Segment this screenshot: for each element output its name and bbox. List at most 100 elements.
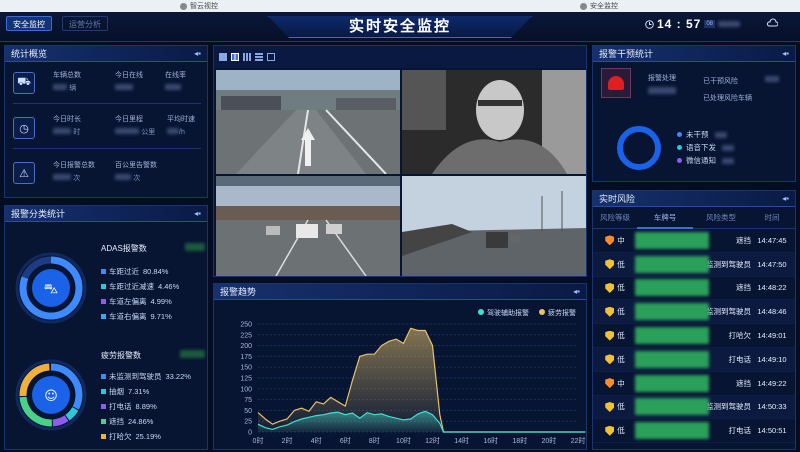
x-tick-label: 0时 <box>253 436 264 445</box>
risk-level: 低 <box>593 425 637 436</box>
video-feed-front-1[interactable] <box>216 70 400 174</box>
collapse-icon[interactable]: ◂▪ <box>782 46 789 62</box>
legend-value <box>722 157 734 164</box>
adas-donut-chart: ⛍ <box>15 252 87 324</box>
stat-unit: 时 <box>73 129 81 136</box>
stat-unit: 辆 <box>69 85 77 92</box>
risk-level: 低 <box>593 306 637 317</box>
tab-safety-monitor[interactable]: 安全监控 <box>6 16 52 31</box>
risk-level: 低 <box>593 354 637 365</box>
page-title: 实时安全监控 <box>268 16 532 38</box>
risk-type: 打电话 <box>728 426 752 436</box>
shield-icon <box>605 306 615 317</box>
risk-time: 14:49:10 <box>757 354 787 364</box>
risk-row[interactable]: 中 遮挡 14:49:22 <box>593 372 795 396</box>
panel-title: 统计概览 ◂▪ <box>5 46 207 62</box>
risk-row[interactable]: 低 打电话 14:50:51 <box>593 419 795 444</box>
prewarn-value <box>765 76 779 82</box>
panel-title-text: 统计概览 <box>11 49 48 59</box>
chart-legend: 驾驶辅助报警 疲劳报警 <box>478 308 576 318</box>
legend-swatch <box>101 419 106 424</box>
stat-value-duration: 时 <box>53 127 80 137</box>
x-tick-label: 2时 <box>282 436 293 445</box>
risk-row[interactable]: 中 遮挡 14:47:45 <box>593 229 795 253</box>
stats-grid: ⛟ 车辆总数 辆 今日在线 在线率 ◷ 今日时长 时 今日里程 公里 平均时速 … <box>5 62 207 199</box>
collapse-icon[interactable]: ◂▪ <box>194 46 201 62</box>
stat-value-alarm-per100km: 次 <box>115 173 140 183</box>
app-logo-icon <box>580 2 587 10</box>
risk-level-text: 低 <box>617 426 625 436</box>
video-feed-front-3[interactable] <box>402 176 586 276</box>
risk-row[interactable]: 低 未监测到驾驶员 14:48:46 <box>593 300 795 325</box>
fatigue-legend-item: 遮挡 24.86% <box>101 414 206 429</box>
clock-seconds: 08 <box>704 20 715 28</box>
legend-percent: 9.71% <box>150 312 172 321</box>
video-feed-driver-1[interactable] <box>402 70 586 174</box>
x-tick-label: 16时 <box>483 436 498 445</box>
risk-row[interactable]: 低 打电话 14:49:10 <box>593 347 795 372</box>
legend-label: 驾驶辅助报警 <box>487 310 529 317</box>
risk-time: 14:47:50 <box>757 259 787 269</box>
y-tick-label: 100 <box>240 386 252 393</box>
collapse-icon[interactable]: ◂▪ <box>573 284 580 300</box>
risk-time: 14:50:51 <box>757 426 787 436</box>
stat-value-vehicles: 辆 <box>53 83 76 93</box>
y-tick-label: 75 <box>244 397 252 404</box>
clock-icon <box>645 19 654 29</box>
x-tick-label: 10时 <box>396 436 411 445</box>
x-tick-label: 4时 <box>311 436 322 445</box>
col-header-level: 风险等级 <box>600 213 630 222</box>
risk-time: 14:49:22 <box>757 378 787 388</box>
video-feed-front-2[interactable] <box>216 176 400 276</box>
risk-level-text: 低 <box>617 354 625 364</box>
tab-operation-analysis[interactable]: 运营分析 <box>62 16 108 31</box>
y-tick-label: 250 <box>240 322 252 329</box>
video-wall-panel <box>213 45 587 277</box>
layout-4-icon[interactable] <box>231 53 239 61</box>
dashboard-header: 安全监控 运营分析 实时安全监控 14 : 57 08 <box>0 12 800 42</box>
risk-type: 遮挡 <box>736 378 751 388</box>
y-tick-label: 150 <box>240 365 252 372</box>
risk-level-text: 低 <box>617 307 625 317</box>
plate-number <box>635 422 709 440</box>
stat-unit: 次 <box>73 175 81 182</box>
car-icon: ⛍ <box>44 281 58 297</box>
risk-row[interactable]: 低 遮挡 14:48:22 <box>593 277 795 301</box>
browser-tab-right[interactable]: 安全监控 <box>580 1 618 11</box>
risk-level: 中 <box>593 235 637 246</box>
legend-label: 抽烟 <box>109 387 124 396</box>
stat-label-online: 今日在线 <box>115 72 143 79</box>
legend-label: 车距过近 <box>109 267 139 276</box>
fatigue-legend-item: 打哈欠 25.19% <box>101 429 206 444</box>
browser-tab-left[interactable]: 智云视控 <box>180 1 218 11</box>
col-header-plate[interactable]: 车牌号 <box>637 207 693 229</box>
legend-label: 打电话 <box>109 402 132 411</box>
layout-custom-icon[interactable] <box>267 53 275 61</box>
handled-label: 已处理风险车辆 <box>703 95 752 102</box>
collapse-icon[interactable]: ◂▪ <box>194 206 201 222</box>
adas-count <box>185 243 205 251</box>
alarm-trend-panel: 报警趋势 ◂▪ 驾驶辅助报警 疲劳报警 0 25 50 75 100 125 150 175 20… <box>213 283 587 450</box>
fatigue-count <box>180 350 205 358</box>
risk-row[interactable]: 低 未监测到驾驶员 14:47:50 <box>593 252 795 277</box>
panel-title: 实时风险 ◂▪ <box>593 191 795 207</box>
layout-16-icon[interactable] <box>255 53 263 61</box>
clock-time: 14 : 57 <box>656 17 702 31</box>
layout-9-icon[interactable] <box>243 53 251 61</box>
layout-1-icon[interactable] <box>219 53 227 61</box>
risk-level-text: 中 <box>617 378 625 388</box>
y-tick-label: 25 <box>244 419 252 426</box>
collapse-icon[interactable]: ◂▪ <box>782 191 789 207</box>
risk-row[interactable]: 低 未监测到驾驶员 14:50:33 <box>593 395 795 420</box>
shield-icon <box>605 378 615 389</box>
legend-percent: 8.89% <box>135 402 157 411</box>
x-tick-label: 6时 <box>340 436 351 445</box>
stat-label-vehicles: 车辆总数 <box>53 72 81 79</box>
legend-label: 未干预 <box>686 130 709 139</box>
risk-row[interactable]: 低 打哈欠 14:49:01 <box>593 324 795 348</box>
panel-title: 报警分类统计 ◂▪ <box>5 206 207 222</box>
risk-level-text: 低 <box>617 259 625 269</box>
legend-item-assist: 驾驶辅助报警 <box>478 308 529 318</box>
legend-item-fatigue: 疲劳报警 <box>539 308 576 318</box>
stat-label-alarm-per100km: 百公里告警数 <box>115 162 157 169</box>
